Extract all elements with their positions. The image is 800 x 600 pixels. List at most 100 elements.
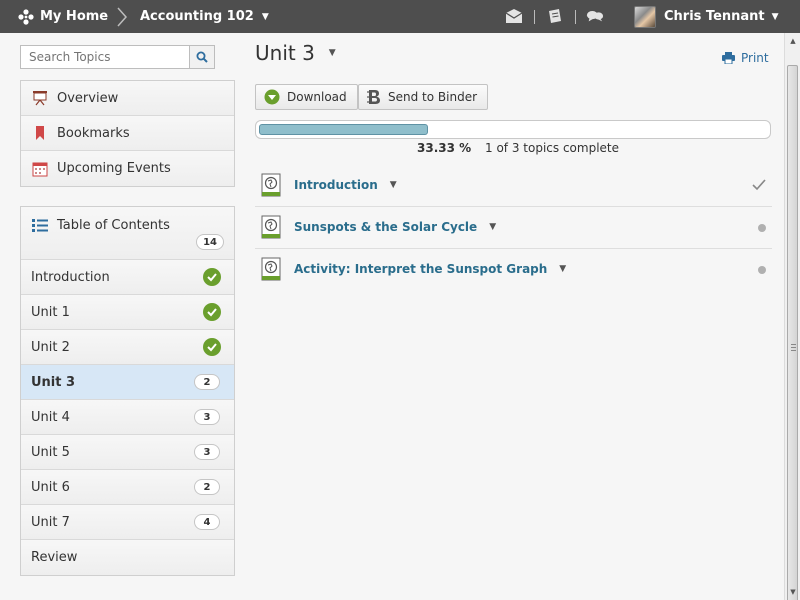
home-link[interactable]: My Home [18,0,108,33]
table-of-contents: Table of Contents 14 Introduction Unit 1… [20,206,235,576]
updates-icon[interactable] [546,8,564,24]
course-label: Accounting 102 [140,9,254,24]
download-label: Download [287,90,347,104]
calendar-icon [31,160,49,178]
toc-item-label: Introduction [31,269,110,285]
chevron-down-icon: ▼ [328,48,336,58]
chevron-down-icon[interactable]: ▼ [489,222,496,232]
topic-link[interactable]: Sunspots & the Solar Cycle [294,220,477,234]
topic-row-introduction[interactable]: Introduction ▼ [255,164,772,205]
scroll-down-arrow-icon[interactable]: ▼ [785,584,800,600]
user-menu[interactable]: Chris Tennant ▼ [634,4,779,29]
toc-item-unit-7[interactable]: Unit 7 4 [21,505,234,540]
toc-header[interactable]: Table of Contents 14 [21,207,234,260]
course-selector[interactable]: Accounting 102 ▼ [140,0,269,33]
toc-item-unit-4[interactable]: Unit 4 3 [21,400,234,435]
download-button[interactable]: Download [255,84,358,110]
home-icon [18,8,34,25]
print-label: Print [741,51,769,65]
toc-item-label: Unit 1 [31,304,70,320]
topic-count-badge: 3 [194,444,220,460]
chevron-down-icon: ▼ [771,11,779,22]
scroll-up-arrow-icon[interactable]: ▲ [785,33,800,49]
vertical-scrollbar[interactable]: ▲ ▼ [784,33,800,600]
chevron-down-icon[interactable]: ▼ [559,264,566,274]
sidebar-item-label: Bookmarks [57,125,130,141]
topic-count-badge: 3 [194,409,220,425]
sidebar-item-overview[interactable]: Overview [21,81,234,116]
status-complete [752,164,766,205]
status-incomplete [758,249,766,290]
divider [575,10,576,24]
chevron-down-icon: ▼ [261,11,269,22]
toc-item-review[interactable]: Review [21,540,234,575]
sidebar-item-label: Overview [57,90,119,106]
progress-fill [259,124,428,135]
toc-item-label: Unit 4 [31,409,70,425]
avatar [634,5,656,28]
progress-percent: 33.33 % [417,141,472,155]
sidebar-nav: Overview Bookmarks Upcoming Events [20,80,235,187]
incomplete-dot-icon [758,265,766,274]
chevron-down-icon[interactable]: ▼ [390,180,397,190]
printer-icon [722,52,735,64]
sidebar-item-upcoming-events[interactable]: Upcoming Events [21,151,234,186]
search-button[interactable] [189,45,215,69]
toc-item-unit-5[interactable]: Unit 5 3 [21,435,234,470]
topic-link[interactable]: Activity: Interpret the Sunspot Graph [294,262,547,276]
toc-item-unit-3[interactable]: Unit 3 2 [21,365,234,400]
chevron-right-icon [117,7,128,27]
binder-icon [367,89,381,105]
search-input[interactable] [20,45,215,69]
topic-count-badge: 2 [194,374,220,390]
toc-item-introduction[interactable]: Introduction [21,260,234,295]
download-icon [264,89,280,105]
web-page-icon [261,173,281,196]
divider [534,10,535,24]
top-navbar: My Home Accounting 102 ▼ Chris Tennant ▼ [0,0,800,33]
incomplete-dot-icon [758,223,766,232]
checkmark-icon [752,178,766,190]
binder-label: Send to Binder [388,90,478,104]
toc-item-label: Review [31,550,78,565]
sidebar-item-label: Upcoming Events [57,161,171,176]
toc-item-label: Unit 2 [31,339,70,355]
check-complete-icon [203,338,221,356]
topic-row-sunspots[interactable]: Sunspots & the Solar Cycle ▼ [255,206,772,247]
toc-item-unit-6[interactable]: Unit 6 2 [21,470,234,505]
status-incomplete [758,207,766,248]
web-page-icon [261,215,281,239]
check-complete-icon [203,303,221,321]
toc-item-label: Unit 6 [31,479,70,495]
list-icon [32,219,48,232]
user-name: Chris Tennant [664,9,765,24]
toc-item-label: Unit 7 [31,514,70,530]
toc-label: Table of Contents [57,217,170,233]
overview-icon [31,89,49,107]
print-link[interactable]: Print [722,51,769,65]
scroll-grip [791,344,796,351]
topic-link[interactable]: Introduction [294,178,378,192]
bookmark-icon [31,124,49,142]
mail-icon[interactable] [505,8,523,24]
home-label: My Home [40,9,109,24]
toc-count-badge: 14 [196,234,224,250]
progress-summary: 1 of 3 topics complete [485,141,619,155]
search-icon [196,51,208,63]
progress-bar [255,120,771,139]
check-complete-icon [203,268,221,286]
chat-icon[interactable] [586,8,604,24]
sidebar-item-bookmarks[interactable]: Bookmarks [21,116,234,151]
toc-item-label: Unit 5 [31,444,70,460]
toc-item-unit-2[interactable]: Unit 2 [21,330,234,365]
topic-count-badge: 2 [194,479,220,495]
toc-item-unit-1[interactable]: Unit 1 [21,295,234,330]
toc-item-label: Unit 3 [31,374,76,390]
page-title-text: Unit 3 [255,41,315,65]
topic-count-badge: 4 [194,514,220,530]
scroll-thumb[interactable] [787,65,798,600]
web-page-icon [261,257,281,281]
page-title[interactable]: Unit 3 ▼ [255,41,336,65]
topic-row-activity[interactable]: Activity: Interpret the Sunspot Graph ▼ [255,248,772,289]
send-to-binder-button[interactable]: Send to Binder [358,84,489,110]
